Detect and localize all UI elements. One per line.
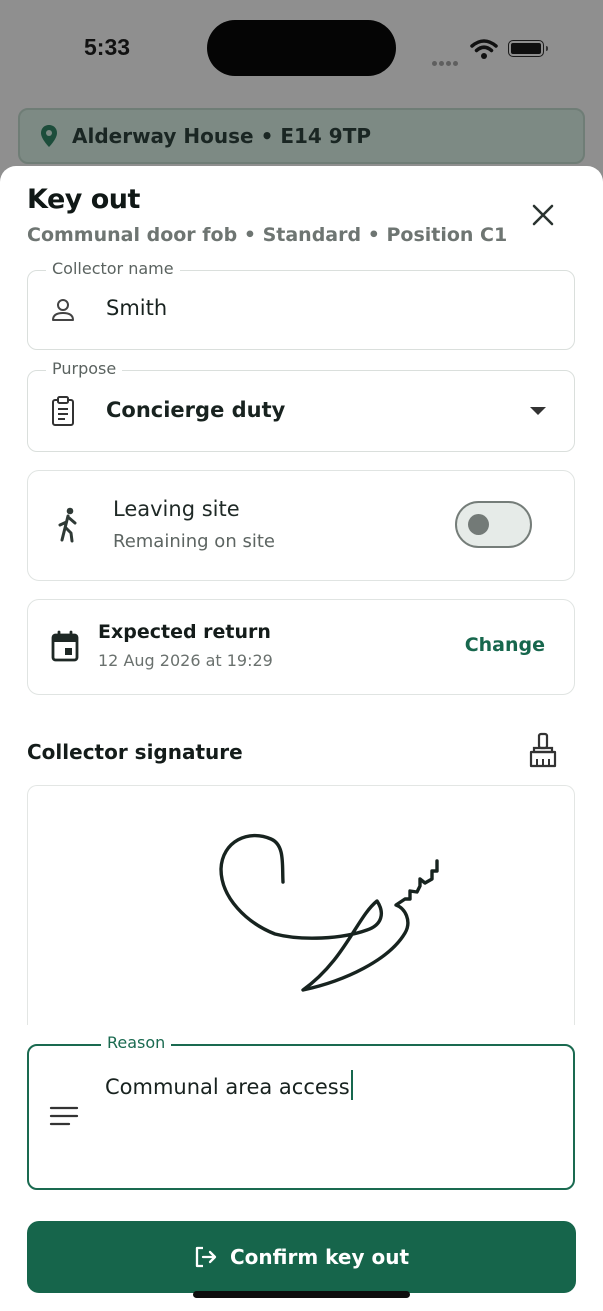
expected-return-card: Expected return 12 Aug 2026 at 19:29 Cha… bbox=[27, 599, 575, 695]
purpose-value: Concierge duty bbox=[106, 398, 286, 422]
chevron-down-icon bbox=[530, 407, 546, 415]
calendar-icon bbox=[51, 630, 79, 662]
exit-icon bbox=[195, 1246, 217, 1268]
reason-label: Reason bbox=[101, 1033, 172, 1052]
leaving-site-state: Remaining on site bbox=[113, 531, 275, 552]
reason-input[interactable]: Communal area access bbox=[105, 1070, 353, 1100]
collector-name-field[interactable]: Collector name Smith bbox=[27, 259, 575, 350]
signature-pad[interactable] bbox=[27, 785, 575, 1025]
cellular-signal-icon bbox=[432, 51, 464, 66]
walking-person-icon bbox=[58, 507, 77, 543]
close-icon[interactable] bbox=[528, 200, 558, 230]
leaving-site-label: Leaving site bbox=[113, 497, 240, 521]
broom-icon[interactable] bbox=[525, 732, 561, 770]
confirm-key-out-button[interactable]: Confirm key out bbox=[27, 1221, 576, 1293]
text-cursor bbox=[350, 1070, 353, 1100]
expected-return-value: 12 Aug 2026 at 19:29 bbox=[98, 651, 273, 670]
location-text: Alderway House • E14 9TP bbox=[72, 124, 372, 148]
status-bar: 5:33 bbox=[0, 0, 603, 100]
purpose-label: Purpose bbox=[46, 359, 123, 378]
confirm-label: Confirm key out bbox=[229, 1245, 409, 1269]
signature-drawing bbox=[218, 833, 439, 992]
notes-icon bbox=[49, 1106, 79, 1126]
sheet-title: Key out bbox=[27, 184, 140, 215]
sheet-subtitle: Communal door fob • Standard • Position … bbox=[27, 224, 508, 246]
key-out-sheet: Key out Communal door fob • Standard • P… bbox=[0, 166, 603, 1311]
leaving-site-card: Leaving site Remaining on site bbox=[27, 470, 575, 581]
reason-value: Communal area access bbox=[105, 1075, 350, 1099]
expected-return-label: Expected return bbox=[98, 621, 271, 643]
battery-icon bbox=[508, 40, 548, 57]
clipboard-icon bbox=[52, 396, 74, 426]
wifi-icon bbox=[470, 39, 498, 59]
leaving-site-toggle[interactable] bbox=[455, 501, 532, 548]
person-icon bbox=[52, 299, 74, 321]
status-time: 5:33 bbox=[84, 34, 131, 60]
home-indicator bbox=[193, 1291, 410, 1298]
purpose-select[interactable]: Purpose Concierge duty bbox=[27, 359, 575, 452]
reason-field[interactable]: Reason Communal area access bbox=[27, 1033, 575, 1190]
collector-name-value: Smith bbox=[106, 296, 168, 320]
location-pin-icon bbox=[41, 125, 57, 147]
dynamic-island bbox=[207, 20, 396, 76]
collector-name-label: Collector name bbox=[46, 259, 180, 278]
location-banner[interactable]: Alderway House • E14 9TP bbox=[18, 108, 585, 164]
signature-heading: Collector signature bbox=[27, 740, 243, 764]
change-return-button[interactable]: Change bbox=[465, 634, 545, 656]
toggle-knob bbox=[468, 514, 489, 535]
